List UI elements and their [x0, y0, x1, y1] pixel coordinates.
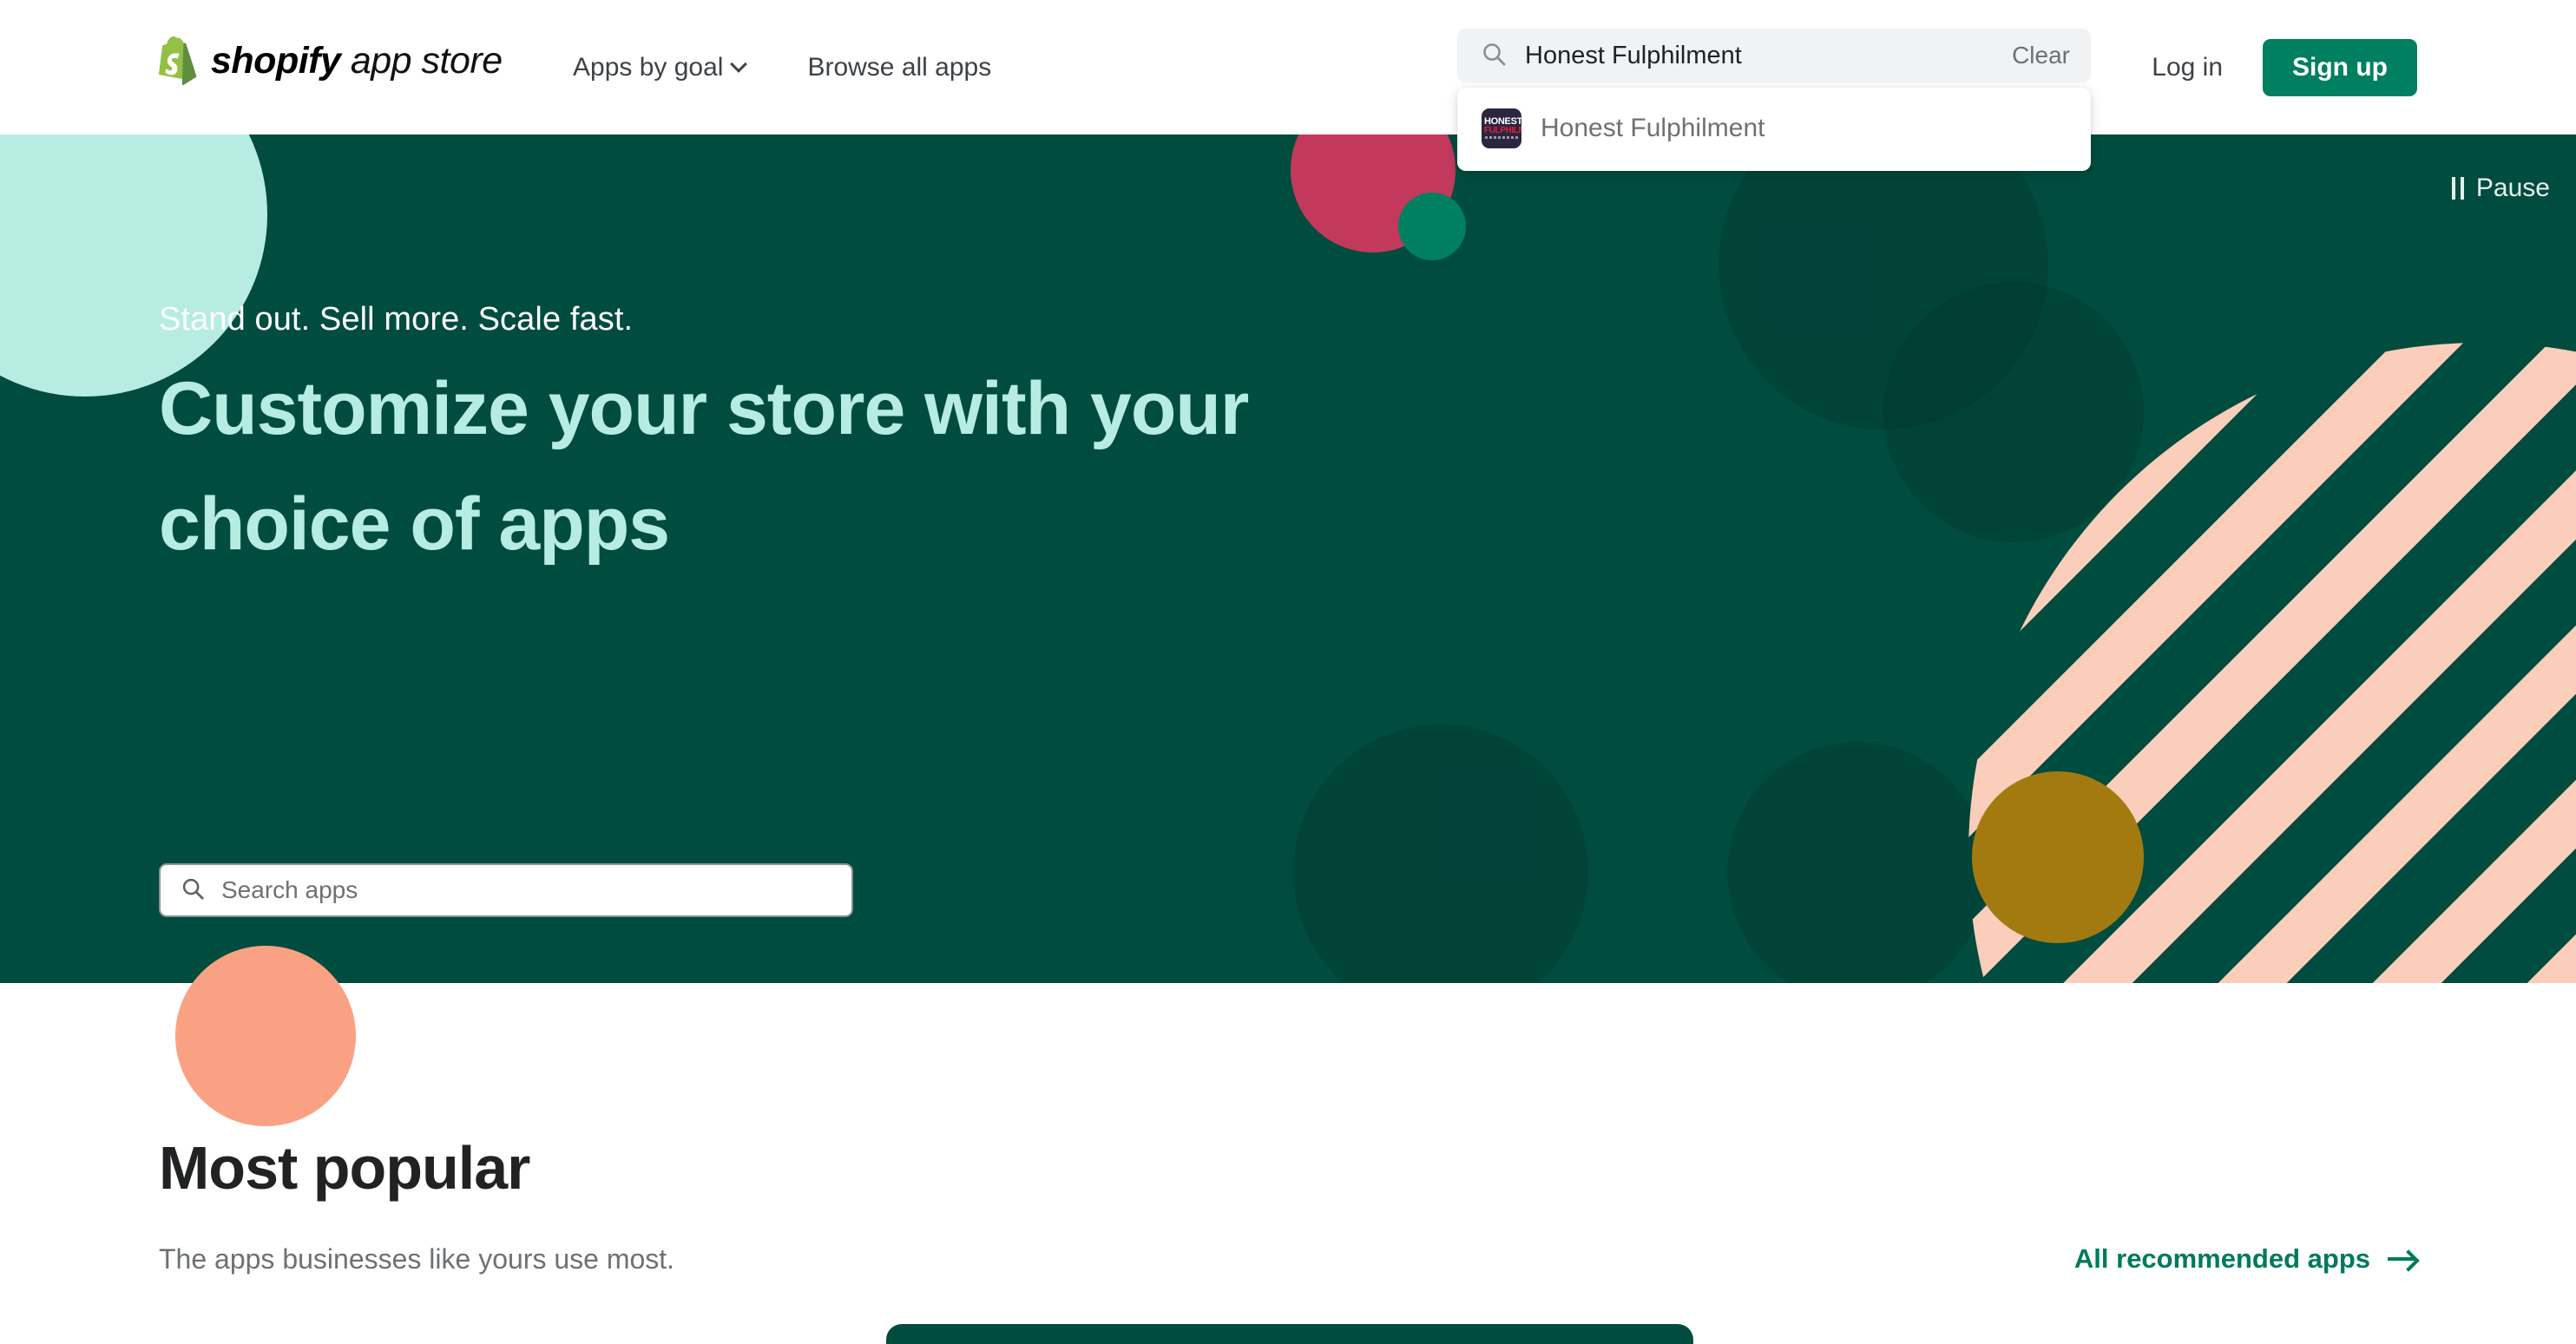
nav-search-container: Clear HONEST FULPHILMENT Honest Fulphilm…: [1457, 29, 2091, 171]
logo-word-appstore: app store: [340, 40, 502, 82]
all-recommended-apps-label: All recommended apps: [2074, 1243, 2370, 1275]
nav-search-box[interactable]: Clear: [1457, 29, 2091, 82]
search-suggestion-item[interactable]: HONEST FULPHILMENT Honest Fulphilment: [1457, 102, 2091, 155]
app-thumbnail-tagline: [1485, 136, 1518, 139]
all-recommended-apps-link[interactable]: All recommended apps: [2074, 1243, 2417, 1275]
signup-button[interactable]: Sign up: [2263, 39, 2417, 96]
site-logo-text: shopify app store: [211, 43, 503, 80]
nav-item-apps-by-goal-label: Apps by goal: [573, 53, 723, 82]
pause-button-label: Pause: [2476, 174, 2550, 203]
app-thumbnail-line2: FULPHILMENT: [1484, 127, 1521, 135]
most-popular-section: Most popular The apps businesses like yo…: [0, 983, 2576, 1344]
shopify-bag-icon: [159, 36, 199, 85]
hero-kicker: Stand out. Sell more. Scale fast.: [159, 301, 633, 338]
hero-search-box[interactable]: [159, 863, 853, 917]
search-suggestions-dropdown: HONEST FULPHILMENT Honest Fulphilment: [1457, 88, 2091, 171]
nav-item-browse-all-apps-label: Browse all apps: [807, 53, 991, 82]
site-logo[interactable]: shopify app store: [159, 32, 503, 89]
nav-account-actions: Log in Sign up: [2152, 0, 2417, 134]
pause-icon: [2452, 177, 2464, 200]
hero-headline: Customize your store with your choice of…: [159, 351, 1461, 583]
hero-content: Stand out. Sell more. Scale fast. Custom…: [0, 134, 2576, 983]
search-icon: [180, 875, 206, 906]
page-root: Stand out. Sell more. Scale fast. Custom…: [0, 0, 2576, 1344]
chevron-down-icon: [733, 58, 746, 72]
nav-item-browse-all-apps[interactable]: Browse all apps: [807, 53, 991, 82]
hero-banner: Stand out. Sell more. Scale fast. Custom…: [0, 134, 2576, 983]
arrow-right-icon: [2388, 1249, 2417, 1269]
top-navigation-bar: shopify app store Apps by goal Browse al…: [0, 0, 2576, 134]
login-link[interactable]: Log in: [2152, 53, 2223, 82]
section-subtitle: The apps businesses like yours use most.: [159, 1243, 674, 1275]
app-thumbnail-icon: HONEST FULPHILMENT: [1482, 108, 1521, 148]
primary-nav-links: Apps by goal Browse all apps: [573, 0, 991, 134]
nav-item-apps-by-goal[interactable]: Apps by goal: [573, 53, 746, 82]
search-suggestion-label: Honest Fulphilment: [1541, 114, 1764, 143]
section-title: Most popular: [159, 1133, 529, 1203]
hero-search-input[interactable]: [221, 876, 832, 904]
clear-search-button[interactable]: Clear: [2012, 42, 2070, 69]
logo-word-shopify: shopify: [211, 40, 340, 82]
hero-shape-salmon-circle: [175, 946, 356, 1126]
nav-search-input[interactable]: [1525, 42, 1994, 70]
search-icon: [1480, 40, 1508, 72]
carousel-pause-button[interactable]: Pause: [2452, 174, 2550, 203]
featured-app-card-peek[interactable]: [886, 1324, 1693, 1344]
